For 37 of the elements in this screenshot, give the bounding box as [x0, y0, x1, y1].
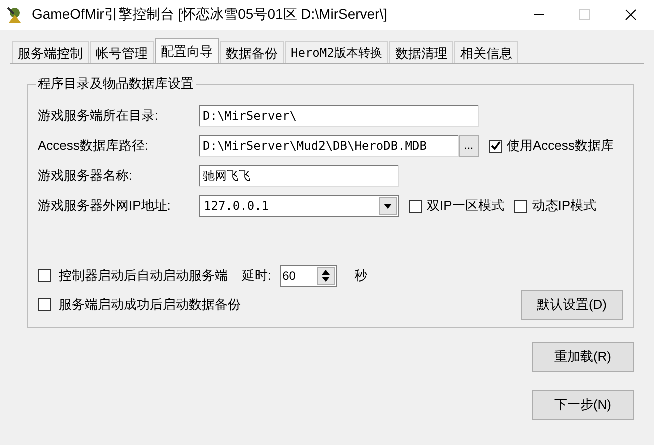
group-title: 程序目录及物品数据库设置	[37, 75, 195, 93]
default-settings-button[interactable]: 默认设置(D)	[521, 290, 623, 320]
ip-dropdown[interactable]: 127.0.0.1	[199, 195, 399, 217]
field-label: 游戏服务器外网IP地址:	[38, 197, 172, 215]
checkbox-label: 动态IP模式	[532, 197, 597, 215]
tab[interactable]: HeroM2版本转换	[285, 41, 388, 63]
checkbox[interactable]	[409, 200, 422, 212]
delay-label: 延时:	[242, 266, 272, 284]
window-title: GameOfMir引擎控制台 [怀恋冰雪05号01区 D:\MirServer\]	[32, 6, 388, 24]
field-label: Access数据库路径:	[38, 137, 150, 155]
text-field[interactable]: 驰网飞飞	[199, 165, 399, 187]
checkbox[interactable]	[38, 298, 51, 311]
tab[interactable]: 帐号管理	[90, 41, 154, 63]
tab[interactable]: 配置向导	[155, 38, 219, 63]
delay-spinbox[interactable]: 60	[280, 264, 337, 286]
tab[interactable]: 相关信息	[454, 41, 518, 63]
checkbox-label: 服务端启动成功后启动数据备份	[59, 296, 241, 314]
checkbox-label: 使用Access数据库	[507, 137, 614, 155]
path-field[interactable]: D:\MirServer\Mud2\DB\HeroDB.MDB	[199, 135, 459, 157]
field-label: 游戏服务器名称:	[38, 167, 134, 185]
checkbox-label: 控制器启动后自动启动服务端	[59, 266, 228, 284]
tab[interactable]: 数据清理	[389, 41, 454, 63]
unit-label: 秒	[354, 266, 368, 284]
checkbox-label: 双IP一区模式	[427, 197, 504, 215]
checkbox[interactable]	[489, 140, 502, 152]
text-field[interactable]: D:\MirServer\	[199, 105, 479, 127]
dropdown-arrow-icon	[384, 204, 392, 208]
browse-button[interactable]: ...	[459, 135, 479, 157]
tab[interactable]: 数据备份	[220, 41, 284, 63]
tab[interactable]: 服务端控制	[12, 41, 89, 63]
action-button[interactable]: 下一步(N)	[532, 390, 634, 420]
action-button[interactable]: 重加载(R)	[532, 342, 634, 372]
checkbox[interactable]	[38, 269, 51, 282]
close-icon[interactable]	[625, 9, 637, 21]
field-label: 游戏服务端所在目录:	[38, 107, 160, 125]
warrior-icon	[6, 6, 24, 24]
checkbox[interactable]	[514, 200, 528, 212]
